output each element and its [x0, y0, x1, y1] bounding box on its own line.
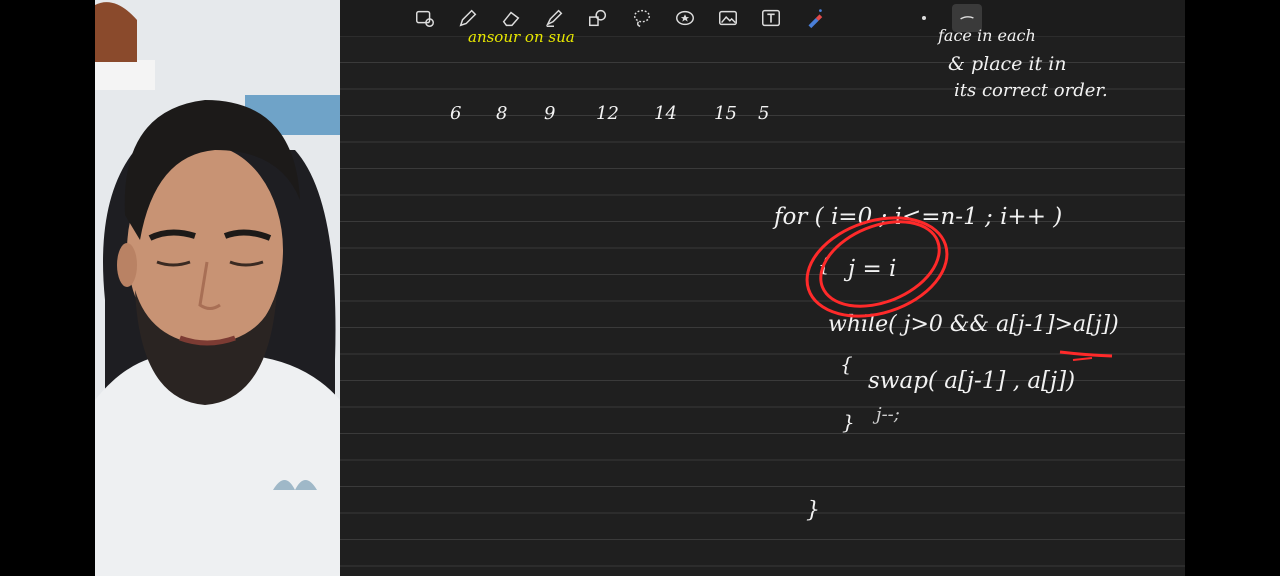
- presenter-video: [95, 0, 340, 576]
- webcam-feed: [95, 0, 340, 576]
- lasso-select-icon[interactable]: [412, 6, 438, 30]
- number-sequence: 6 8 9 12 14 15 5: [450, 103, 778, 124]
- code-brace-close-outer: }: [806, 498, 820, 523]
- highlighter-icon[interactable]: [541, 6, 567, 30]
- lasso-icon[interactable]: [629, 6, 655, 30]
- code-j-decrement: j--;: [876, 404, 900, 425]
- sequence-item: 14: [654, 103, 677, 124]
- note-line-3: its correct order.: [954, 80, 1108, 101]
- drawing-toolbar: [340, 0, 1185, 36]
- sequence-item: 15: [714, 103, 737, 124]
- code-brace-close-inner: }: [842, 410, 855, 434]
- sticker-icon[interactable]: [672, 6, 698, 30]
- code-swap: swap( a[j-1] , a[j]): [868, 368, 1076, 394]
- sequence-item: 6: [450, 103, 462, 124]
- code-for-loop: for ( i=0 ; i<=n-1 ; i++ ): [774, 204, 1063, 230]
- shapes-icon[interactable]: [585, 6, 611, 30]
- note-line-2: & place it in: [948, 53, 1067, 75]
- laser-pointer-icon[interactable]: [801, 6, 827, 30]
- eraser-icon[interactable]: [498, 6, 524, 30]
- code-brace-open: {: [818, 252, 831, 276]
- stroke-size-small-icon[interactable]: [922, 16, 926, 20]
- sequence-item: 12: [596, 103, 619, 124]
- pen-icon[interactable]: [455, 6, 481, 30]
- sequence-item: 5: [758, 103, 770, 124]
- sequence-item: 9: [544, 103, 556, 124]
- code-while-brace: {: [840, 352, 853, 376]
- code-j-assign: j = i: [848, 256, 897, 282]
- notes-canvas[interactable]: ansour on sua face in each & place it in…: [340, 0, 1185, 576]
- sequence-item: 8: [496, 103, 508, 124]
- code-while: while( j>0 && a[j-1]>a[j]): [828, 312, 1119, 337]
- note-line-1: face in each: [938, 26, 1036, 45]
- image-icon[interactable]: [715, 6, 741, 30]
- partial-note-yellow: ansour on sua: [468, 28, 575, 46]
- text-tool-icon[interactable]: [758, 6, 784, 30]
